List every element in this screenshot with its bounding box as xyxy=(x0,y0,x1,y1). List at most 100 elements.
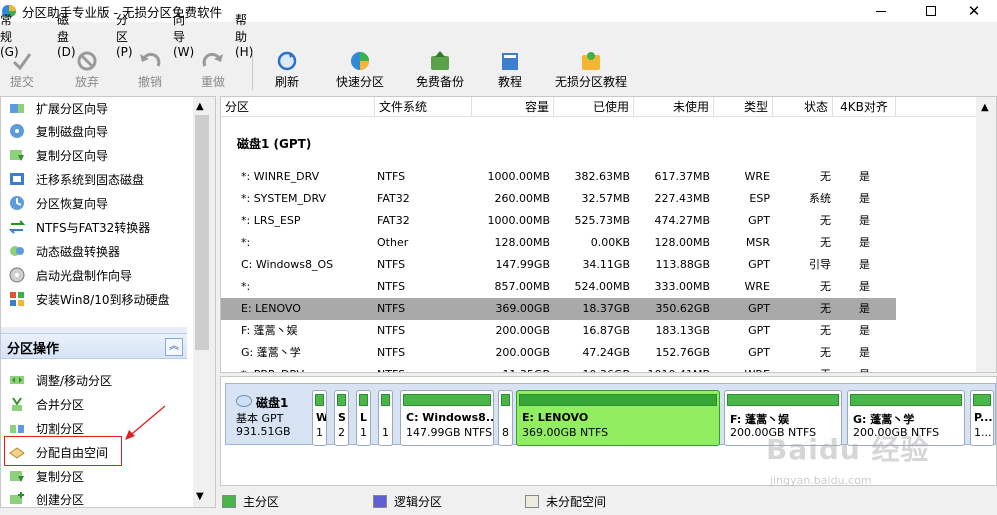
close-button[interactable]: ✕ xyxy=(951,0,997,22)
submit-button[interactable]: 提交 xyxy=(10,46,34,94)
table-cell: MSR xyxy=(745,236,770,249)
scroll-up-icon[interactable]: ▲ xyxy=(196,101,204,112)
col-unused[interactable]: 未使用 xyxy=(634,97,714,117)
table-cell: 是 xyxy=(833,364,896,372)
table-row[interactable]: *: WINRE_DRV NTFS 1000.00MB 382.63MB 617.37M… xyxy=(221,166,896,188)
partition-block[interactable]: C: Windows8... 147.99GB NTFS xyxy=(400,390,494,446)
col-used[interactable]: 已使用 xyxy=(554,97,634,117)
table-row[interactable]: C: Windows8_OS NTFS 147.99GB 34.11GB 113.88G… xyxy=(221,254,896,276)
redo-button[interactable]: 重做 xyxy=(201,46,225,94)
table-row[interactable]: *: Other 128.00MB 0.00KB 128.00MB MSR 无 是 xyxy=(221,232,896,254)
collapse-button[interactable]: ︽ xyxy=(165,338,183,356)
partition-block[interactable]: 1 xyxy=(378,390,393,446)
partition-block[interactable]: L1 xyxy=(356,390,371,446)
table-cell: *: LRS_ESP xyxy=(241,214,301,227)
partition-block-name: G: 蓬蒿丶学 xyxy=(853,413,915,426)
scroll-down-icon[interactable]: ▼ xyxy=(196,491,204,502)
disk-info: 磁盘1 基本 GPT 931.51GB xyxy=(234,392,312,444)
table-cell: 128.00MB xyxy=(654,236,710,249)
col-status[interactable]: 状态 xyxy=(773,97,833,117)
discard-button[interactable]: 放弃 xyxy=(75,46,99,94)
table-cell: 857.00MB xyxy=(494,280,550,293)
table-cell: NTFS xyxy=(377,364,467,372)
wizard-dynamic-disk[interactable]: 动态磁盘转换器 xyxy=(9,240,120,262)
wizard-boot-disc[interactable]: 启动光盘制作向导 xyxy=(9,264,132,286)
maximize-button[interactable] xyxy=(908,0,954,22)
scroll-thumb[interactable] xyxy=(195,115,209,350)
wizard-ntfs-fat32[interactable]: NTFS与FAT32转换器 xyxy=(8,216,150,238)
partition-block[interactable]: P... 1... xyxy=(970,390,994,446)
lossless-tutorial-button[interactable]: 无损分区教程 xyxy=(555,46,627,94)
ntfs-fat32-icon xyxy=(8,219,26,235)
annotation-arrow xyxy=(125,405,166,440)
table-cell: 152.76GB xyxy=(655,346,710,359)
table-cell: 260.00MB xyxy=(494,192,550,205)
minimize-button[interactable] xyxy=(858,0,904,22)
op-copy-partition[interactable]: 复制分区 xyxy=(9,465,84,487)
partition-block-size: 147.99GB NTFS xyxy=(406,426,493,439)
table-cell: 227.43MB xyxy=(654,192,710,205)
refresh-button[interactable]: 刷新 xyxy=(275,46,299,94)
left-scrollbar[interactable]: ▲ ▼ xyxy=(193,97,215,507)
wizard-label: 扩展分区向导 xyxy=(36,101,109,116)
free-backup-button[interactable]: 免费备份 xyxy=(416,46,464,94)
submit-label: 提交 xyxy=(10,75,35,89)
wizard-partition-recovery[interactable]: 分区恢复向导 xyxy=(9,192,108,214)
table-scrollbar[interactable]: ▲ xyxy=(976,97,996,372)
baidu-watermark: Baidu 经验 xyxy=(766,433,930,466)
partition-block[interactable]: S2 xyxy=(334,390,349,446)
col-filesystem[interactable]: 文件系统 xyxy=(375,97,472,117)
partition-usage-bar xyxy=(359,394,368,406)
merge-icon xyxy=(9,396,25,412)
table-cell: GPT xyxy=(748,214,770,227)
table-cell: 1000.00MB xyxy=(487,214,550,227)
discard-label: 放弃 xyxy=(75,75,100,89)
table-cell: GPT xyxy=(748,302,770,315)
scroll-up-icon[interactable]: ▲ xyxy=(981,102,989,113)
table-row[interactable]: *: LRS_ESP FAT32 1000.00MB 525.73MB 474.27MB… xyxy=(221,210,896,232)
partition-block-size: 369.00GB NTFS xyxy=(522,426,609,439)
partition-usage-bar xyxy=(501,394,510,406)
quick-partition-button[interactable]: 快速分区 xyxy=(336,46,384,94)
partition-block[interactable]: E: LENOVO 369.00GB NTFS xyxy=(516,390,720,446)
book-icon xyxy=(498,50,522,72)
table-row[interactable]: *: SYSTEM_DRV FAT32 260.00MB 32.57MB 227.43M… xyxy=(221,188,896,210)
table-row[interactable]: *: NTFS 857.00MB 524.00MB 333.00MB WRE 无 是 xyxy=(221,276,896,298)
partition-usage-bar xyxy=(727,394,839,406)
table-cell: WRE xyxy=(714,364,770,372)
table-cell: 617.37MB xyxy=(654,170,710,183)
col-partition[interactable]: 分区 xyxy=(221,97,375,117)
table-header: 分区 文件系统 容量 已使用 未使用 类型 状态 4KB对齐 xyxy=(221,97,996,117)
table-cell: 无 xyxy=(820,214,831,227)
partition-block[interactable]: W1 xyxy=(312,390,327,446)
double-chevron-up-icon: ︽ xyxy=(169,341,179,352)
partition-block-name: S xyxy=(338,411,346,424)
dynamic-disk-icon xyxy=(9,243,25,259)
table-row[interactable]: *: PBR_DRV NTFS 11.35GB 10.36GB 1010.41MB WRE… xyxy=(221,364,896,372)
undo-button[interactable]: 撤销 xyxy=(138,46,162,94)
table-row[interactable]: G: 蓬蒿丶学 NTFS 200.00GB 47.24GB 152.76GB GPT 无 是 xyxy=(221,342,896,364)
op-merge[interactable]: 合并分区 xyxy=(9,393,84,415)
partition-ops-header: 分区操作 ︽ xyxy=(1,333,187,359)
col-4k-align[interactable]: 4KB对齐 xyxy=(833,97,896,117)
toolbar-separator xyxy=(252,52,253,90)
table-row[interactable]: F: 蓬蒿丶娱 NTFS 200.00GB 16.87GB 183.13GB GPT 无 是 xyxy=(221,320,896,342)
wizard-install-win-usb[interactable]: 安装Win8/10到移动硬盘 xyxy=(9,288,170,310)
table-cell: 是 xyxy=(859,214,870,227)
op-create-partition[interactable]: 创建分区 xyxy=(9,488,84,507)
unallocated-swatch xyxy=(525,495,539,508)
wizard-extend-partition[interactable]: 扩展分区向导 xyxy=(9,97,108,119)
op-label: 复制分区 xyxy=(36,469,85,484)
col-capacity[interactable]: 容量 xyxy=(472,97,554,117)
tutorial-button[interactable]: 教程 xyxy=(498,46,522,94)
table-cell: FAT32 xyxy=(377,214,410,227)
wizard-label: 动态磁盘转换器 xyxy=(36,244,121,259)
table-row[interactable]: E: LENOVO NTFS 369.00GB 18.37GB 350.62GB GPT 无… xyxy=(221,298,896,320)
wizard-copy-partition[interactable]: 复制分区向导 xyxy=(9,144,108,166)
wizard-migrate-ssd[interactable]: 迁移系统到固态磁盘 xyxy=(9,168,144,190)
table-cell: 32.57MB xyxy=(581,192,630,205)
op-resize-move[interactable]: 调整/移动分区 xyxy=(9,369,112,391)
col-type[interactable]: 类型 xyxy=(714,97,773,117)
partition-block[interactable]: 8 xyxy=(498,390,513,446)
wizard-copy-disk[interactable]: 复制磁盘向导 xyxy=(9,120,108,142)
